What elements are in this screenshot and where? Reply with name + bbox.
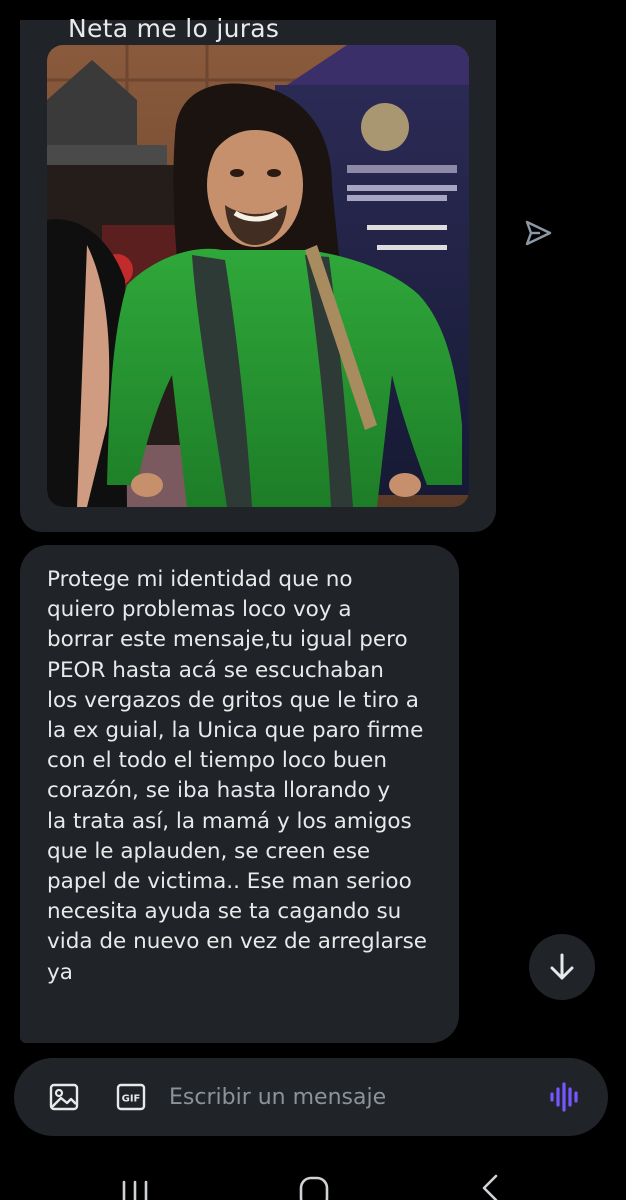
message-bubble-text[interactable]: Protege mi identidad que no quiero probl… [20, 545, 459, 1043]
image-icon [49, 1083, 79, 1111]
back-button[interactable] [478, 1172, 502, 1200]
arrow-down-icon [550, 953, 574, 980]
dm-conversation-screen: Neta me lo juras Protege mi identidad qu… [0, 0, 626, 1200]
photo-illustration [47, 45, 469, 507]
scroll-to-bottom-button[interactable] [529, 934, 595, 1000]
gif-icon: GIF [116, 1083, 146, 1111]
system-nav-bar [0, 1160, 626, 1200]
message-composer: GIF [14, 1058, 608, 1136]
message-caption: Neta me lo juras [68, 14, 280, 43]
image-button[interactable] [48, 1081, 80, 1113]
recents-icon [122, 1180, 148, 1200]
message-input[interactable] [169, 1080, 529, 1114]
back-chevron-icon [482, 1174, 498, 1200]
home-button[interactable] [296, 1172, 332, 1200]
voice-wave-icon [550, 1082, 578, 1112]
message-photo[interactable] [47, 45, 469, 507]
message-bubble-image[interactable]: Neta me lo juras [20, 14, 496, 532]
recents-button[interactable] [118, 1176, 152, 1200]
svg-text:GIF: GIF [122, 1094, 141, 1105]
message-text: Protege mi identidad que no quiero probl… [47, 567, 428, 985]
voice-message-button[interactable] [548, 1080, 582, 1114]
gif-button[interactable]: GIF [115, 1081, 147, 1113]
send-icon[interactable] [522, 217, 554, 249]
home-icon [299, 1176, 329, 1200]
